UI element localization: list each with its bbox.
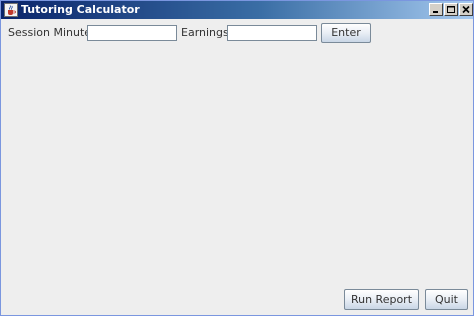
- close-button[interactable]: [459, 3, 473, 16]
- main-panel: Session Minutes: Earnings: Enter Run Rep…: [1, 19, 473, 315]
- earnings-input[interactable]: [227, 25, 317, 41]
- title-bar[interactable]: Tutoring Calculator: [1, 1, 473, 19]
- java-cup-icon[interactable]: [4, 3, 18, 17]
- window-title: Tutoring Calculator: [21, 3, 140, 16]
- close-icon: [462, 5, 470, 14]
- minimize-icon: [433, 11, 438, 13]
- enter-button[interactable]: Enter: [321, 23, 371, 43]
- earnings-label: Earnings:: [181, 26, 233, 39]
- maximize-icon: [447, 6, 455, 13]
- minimize-button[interactable]: [429, 3, 443, 16]
- session-minutes-input[interactable]: [87, 25, 177, 41]
- quit-button[interactable]: Quit: [425, 289, 468, 310]
- app-window: Tutoring Calculator Session Minutes: Ear…: [0, 0, 474, 316]
- run-report-button[interactable]: Run Report: [344, 289, 419, 310]
- maximize-button[interactable]: [444, 3, 458, 16]
